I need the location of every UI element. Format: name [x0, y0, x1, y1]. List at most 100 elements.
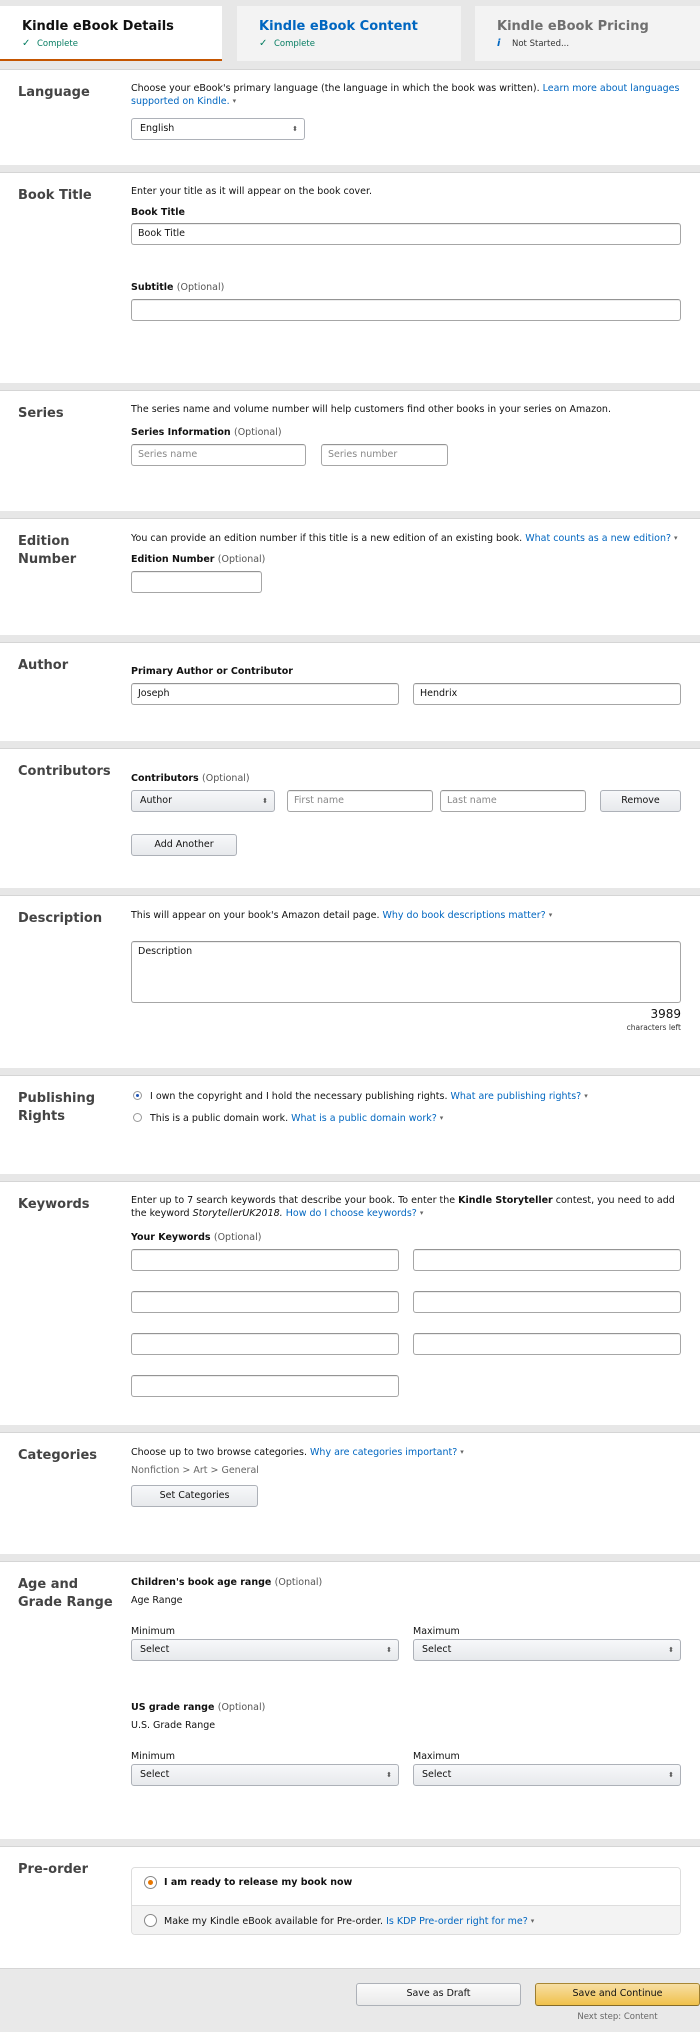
age-min-select[interactable]: Select ⬍: [131, 1639, 399, 1661]
footer-actions: Save as Draft Save and Continue Next ste…: [0, 1968, 700, 2032]
rights-public-domain-radio[interactable]: [133, 1113, 142, 1122]
age-max-label: Maximum: [413, 1626, 460, 1637]
categories-help-link[interactable]: Why are categories important?: [310, 1447, 457, 1458]
grade-min-label: Minimum: [131, 1751, 176, 1762]
series-number-input[interactable]: Series number: [321, 444, 448, 466]
tab-ebook-content[interactable]: Kindle eBook Content ✓ Complete: [237, 6, 461, 61]
status-text: Not Started...: [512, 39, 570, 49]
description-textarea[interactable]: Description: [131, 941, 681, 1003]
caret-down-icon: ▾: [232, 97, 237, 105]
publishing-rights-help-link[interactable]: What are publishing rights?: [451, 1091, 582, 1102]
section-preorder: Pre-order I am ready to release my book …: [0, 1846, 700, 1968]
selected-value: English: [140, 123, 175, 134]
tab-title: Kindle eBook Pricing: [497, 19, 649, 34]
book-title-label: Book Title: [131, 207, 185, 218]
preorder-now-row[interactable]: I am ready to release my book now: [132, 1868, 680, 1906]
author-first-name-input[interactable]: Joseph: [131, 683, 399, 705]
grade-range-label: US grade range (Optional): [131, 1702, 265, 1713]
remove-contributor-button[interactable]: Remove: [600, 790, 681, 812]
description-text: You can provide an edition number if thi…: [131, 533, 523, 544]
optional-tag: (Optional): [217, 1702, 266, 1713]
selected-value: Select: [140, 1644, 170, 1655]
edition-number-input[interactable]: [131, 571, 262, 593]
keyword-input-1[interactable]: [131, 1249, 399, 1271]
series-info-label: Series Information (Optional): [131, 427, 282, 438]
language-description: Choose your eBook's primary language (th…: [131, 83, 681, 108]
label-text: Subtitle: [131, 282, 174, 293]
public-domain-help-link[interactable]: What is a public domain work?: [291, 1113, 437, 1124]
contributor-last-name-input[interactable]: Last name: [440, 790, 586, 812]
tab-ebook-pricing[interactable]: Kindle eBook Pricing i Not Started...: [475, 6, 700, 61]
keyword-input-6[interactable]: [413, 1333, 681, 1355]
caret-down-icon: ▾: [584, 1092, 588, 1100]
optional-tag: (Optional): [202, 773, 250, 784]
descriptions-help-link[interactable]: Why do book descriptions matter?: [383, 910, 546, 921]
add-another-button[interactable]: Add Another: [131, 834, 237, 856]
contributor-role-select[interactable]: Author ⬍: [131, 790, 275, 812]
author-last-name-input[interactable]: Hendrix: [413, 683, 681, 705]
edition-description: You can provide an edition number if thi…: [131, 532, 681, 545]
preorder-help-link[interactable]: Is KDP Pre-order right for me?: [386, 1916, 528, 1927]
set-categories-button[interactable]: Set Categories: [131, 1485, 258, 1507]
grade-min-select[interactable]: Select ⬍: [131, 1764, 399, 1786]
categories-description: Choose up to two browse categories. Why …: [131, 1446, 681, 1459]
option-text: Make my Kindle eBook available for Pre-o…: [164, 1916, 384, 1927]
save-and-continue-button[interactable]: Save and Continue: [535, 1983, 700, 2006]
label-text: Contributors: [131, 773, 199, 784]
save-as-draft-button[interactable]: Save as Draft: [356, 1983, 521, 2006]
release-now-radio[interactable]: [144, 1876, 157, 1889]
tab-ebook-details[interactable]: Kindle eBook Details ✓ Complete: [0, 6, 222, 61]
select-arrows-icon: ⬍: [386, 1771, 392, 1779]
contributor-first-name-input[interactable]: First name: [287, 790, 433, 812]
description-text: This will appear on your book's Amazon d…: [131, 910, 380, 921]
caret-down-icon: ▾: [460, 1448, 464, 1456]
rights-public-domain-option: This is a public domain work. What is a …: [150, 1112, 443, 1125]
rights-own-option: I own the copyright and I hold the neces…: [150, 1090, 588, 1103]
description-help: This will appear on your book's Amazon d…: [131, 909, 681, 922]
keyword-input-5[interactable]: [131, 1333, 399, 1355]
section-body: You can provide an edition number if thi…: [131, 532, 681, 593]
new-edition-help-link[interactable]: What counts as a new edition?: [525, 533, 671, 544]
section-keywords: Keywords Enter up to 7 search keywords t…: [0, 1181, 700, 1425]
contributors-label: Contributors (Optional): [131, 773, 250, 784]
keyword-input-7[interactable]: [131, 1375, 399, 1397]
section-body: Choose up to two browse categories. Why …: [131, 1446, 681, 1507]
age-max-select[interactable]: Select ⬍: [413, 1639, 681, 1661]
label-text: Children's book age range: [131, 1577, 272, 1588]
keyword-input-2[interactable]: [413, 1249, 681, 1271]
edition-number-label: Edition Number (Optional): [131, 554, 265, 565]
section-label: Description: [18, 911, 103, 926]
select-arrows-icon: ⬍: [668, 1646, 674, 1654]
next-step-label: Next step: Content: [577, 2012, 658, 2022]
rights-own-radio[interactable]: [133, 1091, 142, 1100]
section-body: The series name and volume number will h…: [131, 404, 681, 466]
optional-tag: (Optional): [176, 282, 225, 293]
book-title-input[interactable]: Book Title: [131, 223, 681, 245]
section-body: Enter up to 7 search keywords that descr…: [131, 1195, 681, 1397]
section-body: Choose your eBook's primary language (th…: [131, 83, 681, 140]
language-select[interactable]: English ⬍: [131, 118, 305, 140]
age-min-label: Minimum: [131, 1626, 176, 1637]
chars-left-count: 3989: [650, 1007, 681, 1021]
section-description: Description This will appear on your boo…: [0, 895, 700, 1068]
age-range-label: Children's book age range (Optional): [131, 1577, 322, 1588]
preorder-label: Make my Kindle eBook available for Pre-o…: [164, 1915, 534, 1928]
section-label: Age and Grade Range: [18, 1577, 113, 1610]
keyword-input-4[interactable]: [413, 1291, 681, 1313]
label-text: Series Information: [131, 427, 231, 438]
series-name-input[interactable]: Series name: [131, 444, 306, 466]
info-icon: i: [497, 38, 501, 49]
label-text: Edition Number: [131, 554, 215, 565]
section-body: Enter your title as it will appear on th…: [131, 186, 681, 321]
preorder-radio[interactable]: [144, 1914, 157, 1927]
preorder-later-row[interactable]: Make my Kindle eBook available for Pre-o…: [132, 1906, 680, 1934]
keywords-help-link[interactable]: How do I choose keywords?: [286, 1208, 417, 1219]
tab-status: ✓ Complete: [22, 38, 222, 49]
selected-value: Author: [140, 795, 172, 806]
keywords-description: Enter up to 7 search keywords that descr…: [131, 1195, 681, 1220]
subtitle-input[interactable]: [131, 299, 681, 321]
grade-max-select[interactable]: Select ⬍: [413, 1764, 681, 1786]
keyword-input-3[interactable]: [131, 1291, 399, 1313]
grade-max-label: Maximum: [413, 1751, 460, 1762]
select-arrows-icon: ⬍: [668, 1771, 674, 1779]
